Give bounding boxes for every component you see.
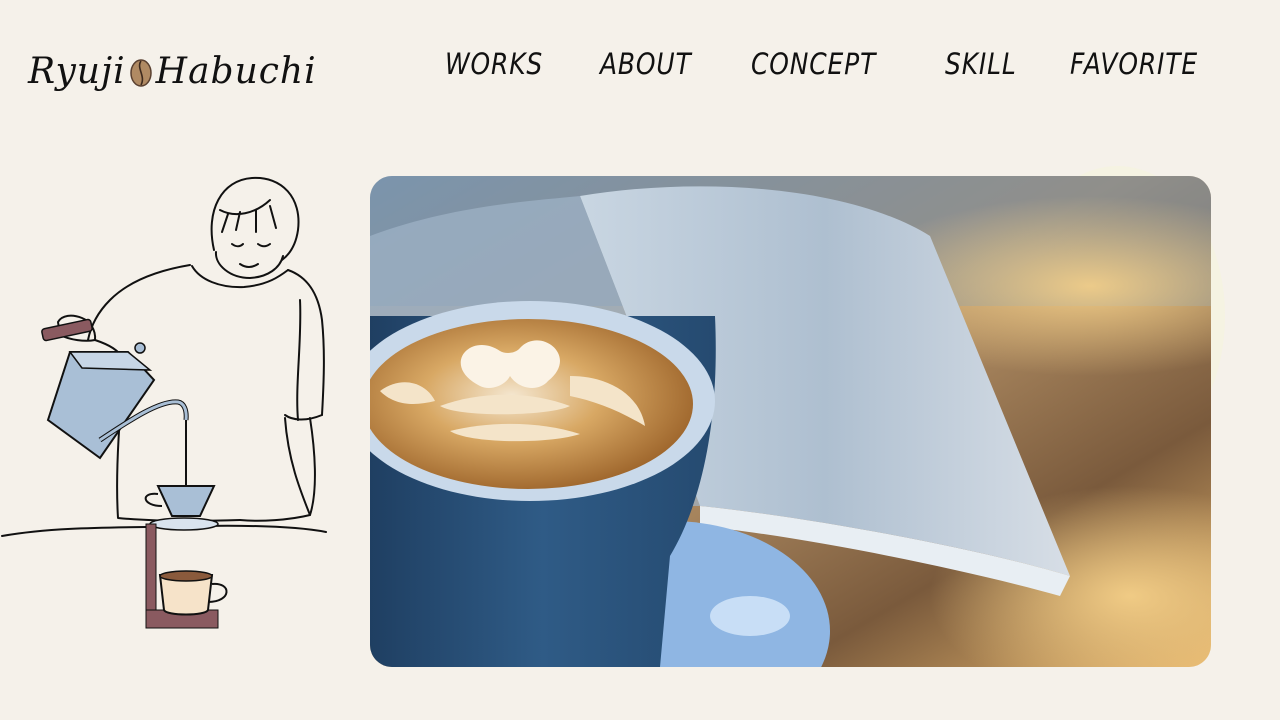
barista-drawing — [1, 176, 327, 629]
nav-concept[interactable]: CONCEPT — [751, 44, 876, 84]
main-nav: WORKS ABOUT CONCEPT SKILL FAVORITE — [0, 44, 1280, 84]
nav-about[interactable]: ABOUT — [600, 44, 692, 84]
site-header: Ryuji Habuchi WORKS ABOUT CONCEPT SKILL … — [0, 0, 1280, 130]
hero-image — [370, 176, 1211, 667]
nav-works[interactable]: WORKS — [445, 44, 543, 84]
nav-favorite[interactable]: FAVORITE — [1070, 44, 1198, 84]
nav-skill[interactable]: SKILL — [945, 44, 1017, 84]
page: Ryuji Habuchi WORKS ABOUT CONCEPT SKILL … — [0, 0, 1280, 720]
latte-book-photo — [370, 176, 1211, 667]
barista-illustration — [0, 170, 340, 640]
